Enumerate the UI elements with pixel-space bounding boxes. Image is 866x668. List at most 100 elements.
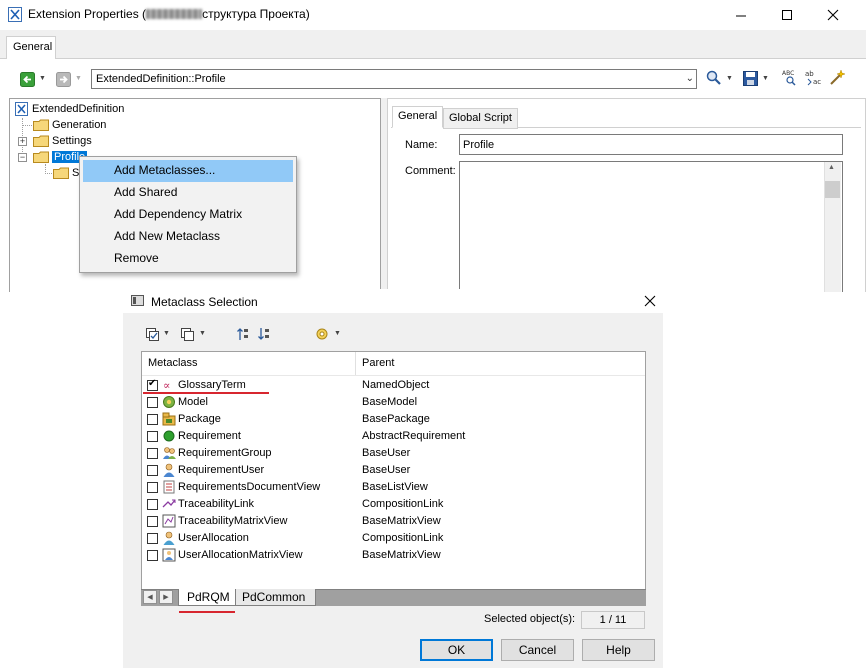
comment-field[interactable] [459,161,843,292]
package-icon [162,412,176,426]
row-checkbox[interactable] [147,414,158,425]
metaclass-parent: BaseMatrixView [362,549,441,561]
deselect-all-icon[interactable] [179,326,195,342]
menu-item-add-dependency-matrix[interactable]: Add Dependency Matrix [83,204,293,226]
selected-objects-count: 1 / 11 [581,611,645,629]
window-title: Extension Properties (структура Проекта) [28,7,310,21]
menu-item-add-metaclasses[interactable]: Add Metaclasses... [83,160,293,182]
redacted-text [146,9,203,19]
tree-node-root[interactable]: ExtendedDefinition [15,101,124,117]
save-dropdown-icon[interactable]: ▼ [762,75,769,82]
table-row[interactable]: UserAllocationMatrixView BaseMatrixView [142,547,645,564]
folder-icon [53,167,69,179]
menu-item-add-new-metaclass[interactable]: Add New Metaclass [83,226,293,248]
comment-label: Comment: [405,165,456,177]
table-row[interactable]: UserAllocation CompositionLink [142,530,645,547]
metaclass-name: TraceabilityMatrixView [178,515,288,527]
ok-button[interactable]: OK [420,639,493,661]
metaclass-parent: BaseMatrixView [362,515,441,527]
tree-node-settings[interactable]: Settings [33,133,92,149]
maximize-button[interactable] [764,0,810,30]
row-checkbox[interactable] [147,482,158,493]
row-checkbox[interactable] [147,431,158,442]
table-row[interactable]: RequirementUser BaseUser [142,462,645,479]
extended-definition-icon [15,102,28,116]
selected-objects-label: Selected object(s): [484,613,576,625]
search-dropdown-icon[interactable]: ▼ [726,75,733,82]
sheet-tab-pdrqm[interactable]: PdRQM [178,589,236,606]
path-combobox[interactable]: ExtendedDefinition::Profile ⌄ [91,69,697,89]
dialog-icon [131,295,144,306]
row-checkbox[interactable] [147,499,158,510]
row-checkbox[interactable] [147,516,158,527]
row-checkbox[interactable] [147,378,158,391]
traceability-link-icon [162,497,176,511]
collapse-profile-icon[interactable]: − [18,153,27,162]
metaclass-name: GlossaryTerm [178,379,246,391]
minimize-button[interactable] [718,0,764,30]
table-row[interactable]: RequirementGroup BaseUser [142,445,645,462]
sort-descending-icon[interactable] [256,326,272,342]
row-checkbox[interactable] [147,533,158,544]
metaclass-name: RequirementsDocumentView [178,481,321,493]
scroll-up-icon[interactable]: ▲ [828,164,835,171]
close-button[interactable] [810,0,856,30]
scroll-thumb[interactable] [825,181,840,198]
svg-text:∝: ∝ [163,379,170,392]
row-checkbox[interactable] [147,397,158,408]
sort-ascending-icon[interactable] [235,326,251,342]
select-all-dropdown-icon[interactable]: ▼ [163,330,170,337]
menu-item-add-shared[interactable]: Add Shared [83,182,293,204]
chevron-down-icon[interactable]: ⌄ [686,73,694,84]
table-row[interactable]: TraceabilityLink CompositionLink [142,496,645,513]
dialog-title: Metaclass Selection [151,295,258,309]
table-row[interactable]: Package BasePackage [142,411,645,428]
folder-icon [33,119,49,131]
magic-wand-icon[interactable] [829,68,845,85]
sheet-next-icon[interactable]: ▶ [159,590,173,604]
sheet-tab-pdcommon[interactable]: PdCommon [233,589,316,606]
filter-dropdown-icon[interactable]: ▼ [334,330,341,337]
column-header-metaclass[interactable]: Metaclass [142,352,355,376]
save-icon[interactable] [742,70,758,86]
forward-icon[interactable] [55,71,71,87]
annotation-underline-glossary [143,392,269,394]
metaclass-name: UserAllocationMatrixView [178,549,303,561]
dialog-close-button[interactable] [640,291,660,311]
tree-node-child[interactable]: S [53,165,79,181]
name-field[interactable]: Profile [459,134,843,155]
table-row[interactable]: RequirementsDocumentView BaseListView [142,479,645,496]
select-all-icon[interactable] [144,326,160,342]
svg-text:ab: ab [805,70,814,78]
tree-node-generation[interactable]: Generation [33,117,106,133]
sheet-prev-icon[interactable]: ◀ [143,590,157,604]
requirement-user-icon [162,463,176,477]
expand-settings-icon[interactable]: + [18,137,27,146]
context-menu: Add Metaclasses... Add Shared Add Depend… [79,156,297,273]
table-row[interactable]: TraceabilityMatrixView BaseMatrixView [142,513,645,530]
metaclass-parent: BaseListView [362,481,428,493]
deselect-all-dropdown-icon[interactable]: ▼ [199,330,206,337]
svg-text:ac: ac [813,78,821,86]
tab-general[interactable]: General [392,106,444,128]
table-row[interactable]: Model BaseModel [142,394,645,411]
help-button[interactable]: Help [582,639,655,661]
table-row[interactable]: Requirement AbstractRequirement [142,428,645,445]
cancel-button[interactable]: Cancel [501,639,574,661]
column-header-parent[interactable]: Parent [356,352,645,376]
main-tabstrip [0,30,866,59]
filter-icon[interactable] [314,326,330,342]
replace-icon[interactable]: ab ac [805,69,821,86]
search-icon[interactable] [706,70,722,86]
tab-global-script[interactable]: Global Script [443,108,518,129]
spell-check-icon[interactable]: ABC [781,69,797,86]
metaclass-parent: AbstractRequirement [362,430,466,442]
back-dropdown-icon[interactable]: ▼ [39,75,46,82]
row-checkbox[interactable] [147,550,158,561]
row-checkbox[interactable] [147,448,158,459]
tab-general[interactable]: General [6,36,56,59]
forward-dropdown-icon[interactable]: ▼ [75,75,82,82]
row-checkbox[interactable] [147,465,158,476]
back-icon[interactable] [19,71,35,87]
menu-item-remove[interactable]: Remove [83,248,293,270]
